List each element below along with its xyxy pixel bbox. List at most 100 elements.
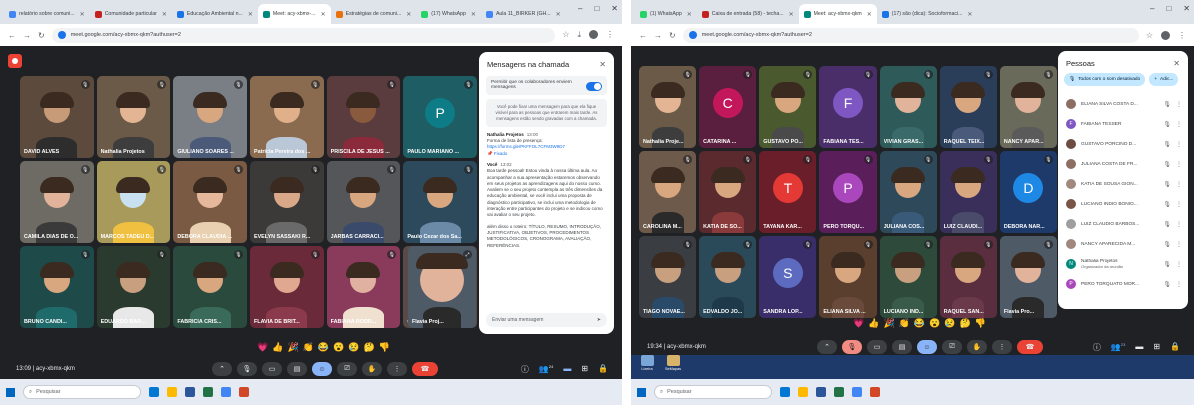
participant-tile[interactable]: 🎙 CAMILA DIAS DE O... — [20, 161, 94, 243]
close-tab-icon[interactable]: ✕ — [687, 11, 692, 18]
reload-icon[interactable]: ↻ — [669, 31, 676, 40]
add-people-button[interactable]: + Adic... — [1149, 73, 1179, 86]
participant-tile[interactable]: 🎙 LUIZ CLAUDI... — [939, 151, 997, 233]
present-screen-icon[interactable]: ⎚ — [337, 362, 357, 376]
address-bar[interactable]: meet.google.com/acy-xbmx-qkm?authuser=2 — [51, 27, 556, 43]
participant-tile[interactable]: 🎙 FABRICIA CRIS... — [173, 246, 247, 328]
participant-tile[interactable]: 🎙 Nathalia Proje... — [639, 66, 697, 148]
allow-messages-toggle[interactable] — [586, 82, 602, 91]
camera-icon[interactable]: ▭ — [262, 362, 282, 376]
mic-muted-icon[interactable]: 🎙 — [1163, 181, 1171, 188]
featured-participant-tile[interactable]: Flavia Proj... ⤢ — [408, 246, 476, 328]
more-options-icon[interactable]: ⋮ — [1176, 221, 1182, 228]
browser-tab[interactable]: Comunidade particular ✕ — [90, 4, 172, 24]
participant-tile[interactable]: 🎙 NANCY APAR... — [999, 66, 1057, 148]
participant-tile[interactable]: T 🎙 TAYANA KAR... — [759, 151, 817, 233]
person-row[interactable]: KATIA DE SOUSA GION... 🎙 ⋮ — [1058, 174, 1188, 194]
more-options-icon[interactable]: ⋮ — [1176, 121, 1182, 128]
browser-tab[interactable]: Educação Ambiental n... ✕ — [172, 4, 258, 24]
pinned-indicator[interactable]: 📌 Fixado — [487, 151, 606, 157]
reaction-emoji-button[interactable]: 🎉 — [883, 318, 894, 329]
forward-icon[interactable]: → — [23, 31, 31, 40]
close-tab-icon[interactable]: ✕ — [406, 11, 411, 18]
reaction-emoji-button[interactable]: 😢 — [348, 342, 359, 353]
edge-app-icon[interactable] — [780, 387, 790, 397]
close-tab-icon[interactable]: ✕ — [321, 11, 326, 18]
taskbar-search[interactable]: ⌕ Pesquisar — [23, 385, 141, 399]
participant-tile[interactable]: 🎙 KATIA DE SO... — [699, 151, 757, 233]
raise-hand-icon[interactable]: ✋ — [362, 362, 382, 376]
info-icon[interactable]: ⓘ — [1093, 342, 1101, 353]
participant-tile[interactable]: 🎙 EVELYN SASSAKI R... — [249, 161, 324, 243]
close-icon[interactable]: ✕ — [1173, 59, 1180, 68]
reaction-emoji-button[interactable]: 👏 — [303, 342, 314, 353]
mic-muted-icon[interactable]: 🎙 — [1163, 221, 1171, 228]
captions-icon[interactable]: ▤ — [892, 340, 912, 354]
file-explorer-icon[interactable] — [798, 387, 808, 397]
browser-tab[interactable]: Aula 11_BIRKER (GH... ✕ — [481, 4, 566, 24]
maximize-icon[interactable]: □ — [1166, 4, 1171, 13]
participant-tile[interactable]: 🎙 JULIANA COS... — [879, 151, 937, 233]
forward-icon[interactable]: → — [654, 31, 662, 40]
bookmark-star-icon[interactable]: ☆ — [562, 30, 569, 40]
participant-tile[interactable]: 🎙 JARBAS CARRACI... — [326, 161, 401, 243]
reaction-emoji-button[interactable]: 💗 — [853, 318, 864, 329]
participant-tile[interactable]: 🎙 FABIANA RODR... — [326, 246, 401, 328]
desktop-shortcut[interactable]: SeMapas — [665, 355, 681, 371]
minimize-icon[interactable]: – — [1150, 4, 1154, 13]
download-icon[interactable]: ⤓ — [577, 30, 581, 40]
chat-icon[interactable]: ▬ — [563, 364, 571, 375]
close-tab-icon[interactable]: ✕ — [471, 11, 476, 18]
microphone-off-icon[interactable]: 🎙 — [842, 340, 862, 354]
mic-muted-icon[interactable]: 🎙 — [1163, 141, 1171, 148]
more-options-icon[interactable]: ⋮ — [1176, 281, 1182, 288]
host-controls-icon[interactable]: 🔒 — [598, 364, 608, 375]
mic-muted-icon[interactable]: 🎙 — [1163, 101, 1171, 108]
browser-tab[interactable]: Caixa de entrada (58) - techa... ✕ — [697, 4, 799, 24]
microphone-icon[interactable]: 🎙 — [237, 362, 257, 376]
mic-muted-icon[interactable]: 🎙 — [1163, 161, 1171, 168]
close-tab-icon[interactable]: ✕ — [248, 11, 253, 18]
browser-tab[interactable]: (1) WhatsApp ✕ — [635, 4, 697, 24]
participant-tile[interactable]: 🎙 FLAVIA DE BRIT... — [249, 246, 324, 328]
participant-tile[interactable]: 🎙 Nathalia Projetos — [96, 76, 171, 158]
windows-start-icon[interactable] — [6, 387, 15, 397]
back-icon[interactable]: ← — [639, 31, 647, 40]
excel-app-icon[interactable] — [203, 387, 213, 397]
browser-tab[interactable]: Meet: acy-xbmx-... ✕ — [257, 4, 331, 24]
leave-call-icon[interactable]: ☎ — [412, 362, 438, 376]
close-tab-icon[interactable]: ✕ — [967, 11, 972, 18]
edge-app-icon[interactable] — [149, 387, 159, 397]
browser-tab[interactable]: (17) WhatsApp ✕ — [416, 4, 481, 24]
profile-avatar[interactable] — [1161, 30, 1170, 40]
person-row[interactable]: LUCIANO INDIO BONIO... 🎙 ⋮ — [1058, 194, 1188, 214]
participant-tile[interactable]: 🎙 VIVIAN GRAS... — [879, 66, 937, 148]
reaction-emoji-button[interactable]: 😢 — [944, 318, 955, 329]
reaction-emoji-button[interactable]: 👍 — [868, 318, 879, 329]
person-row[interactable]: P PERO TORQUATO MOR... 🎙 ⋮ — [1058, 274, 1188, 294]
reaction-emoji-button[interactable]: 🤔 — [364, 342, 375, 353]
participant-tile[interactable]: 🎙 RAQUEL SAN... — [939, 236, 997, 318]
menu-icon[interactable]: ⋮ — [606, 30, 614, 40]
more-options-icon[interactable]: ⋮ — [1176, 201, 1182, 208]
browser-tab[interactable]: (17) são (dica): Socioformaci... ✕ — [877, 4, 978, 24]
participant-tile[interactable]: 🎙 EDVALDO JO... — [699, 236, 757, 318]
participant-tile[interactable]: P 🎙 PAULO MARIANO ... — [403, 76, 477, 158]
close-tab-icon[interactable]: ✕ — [867, 11, 872, 18]
participant-tile[interactable]: S 🎙 SANDRA LOP... — [759, 236, 817, 318]
participant-tile[interactable]: 🎙 GUSTAVO PO... — [759, 66, 817, 148]
participant-tile[interactable]: 🎙 EDUARDO BAR... — [96, 246, 171, 328]
participant-tile[interactable]: 🎙 DAVID ALVES — [20, 76, 94, 158]
people-icon[interactable]: 👥23 — [1111, 342, 1125, 353]
windows-start-icon[interactable] — [637, 387, 646, 397]
participant-tile[interactable]: 🎙 PRISCILA DE JESUS ... — [326, 76, 401, 158]
participant-tile[interactable]: 🎙 Paulo Cezar dos Sa... — [403, 161, 477, 243]
maximize-icon[interactable]: □ — [594, 4, 599, 13]
menu-icon[interactable]: ⋮ — [1178, 31, 1186, 40]
more-options-icon[interactable]: ⋮ — [1176, 101, 1182, 108]
reaction-emoji-button[interactable]: 😂 — [914, 318, 925, 329]
leave-call-icon[interactable]: ☎ — [1017, 340, 1043, 354]
reaction-emoji-button[interactable]: 🎉 — [287, 342, 298, 353]
close-tab-icon[interactable]: ✕ — [162, 11, 167, 18]
more-options-icon[interactable]: ⋮ — [1176, 181, 1182, 188]
